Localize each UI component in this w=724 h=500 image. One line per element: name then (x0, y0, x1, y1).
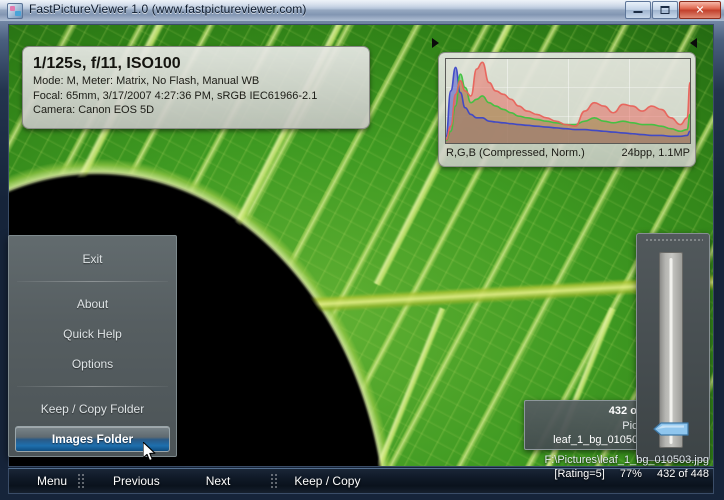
bottom-status-bar: Menu Previous Next Keep / Copy F:\Pictur… (8, 454, 714, 494)
exif-mode-line: Mode: M, Meter: Matrix, No Flash, Manual… (33, 75, 260, 87)
nav-button-next[interactable]: Next (170, 469, 241, 493)
close-icon: ✕ (695, 3, 705, 17)
window-controls: ✕ (625, 1, 721, 19)
histogram-footer: R,G,B (Compressed, Norm.) 24bpp, 1.1MP (445, 146, 691, 164)
exif-exposure-headline: 1/125s, f/11, ISO100 (33, 55, 181, 72)
title-bar[interactable]: FastPictureViewer 1.0 (www.fastpicturevi… (0, 0, 724, 21)
rating-slider-track[interactable] (659, 252, 683, 448)
histogram-left-clip-marker[interactable] (432, 38, 439, 48)
status-metrics: [Rating=5] 77% 432 of 448 (542, 467, 709, 481)
bottom-nav-row: Menu Previous Next Keep / Copy (9, 469, 370, 493)
menu-item-options[interactable]: Options (9, 349, 176, 379)
maximize-icon (660, 6, 670, 14)
histogram-panel[interactable]: R,G,B (Compressed, Norm.) 24bpp, 1.1MP (438, 52, 696, 167)
status-position: 432 of 448 (657, 468, 709, 480)
minimize-icon (633, 10, 643, 13)
nav-button-keep-copy[interactable]: Keep / Copy (278, 469, 370, 493)
menu-item-keep-copy-folder[interactable]: Keep / Copy Folder (9, 394, 176, 424)
histogram-right-clip-marker[interactable] (690, 38, 697, 48)
exif-info-panel: 1/125s, f/11, ISO100 Mode: M, Meter: Mat… (22, 46, 370, 129)
histogram-bpp-label: 24bpp, 1.1MP (621, 147, 691, 159)
rating-slider-panel[interactable] (636, 233, 710, 461)
main-menu-panel: Exit About Quick Help Options Keep / Cop… (8, 235, 177, 457)
rating-slider-fill (669, 258, 673, 444)
menu-item-about[interactable]: About (9, 289, 176, 319)
menu-divider (17, 386, 168, 387)
menu-item-quick-help[interactable]: Quick Help (9, 319, 176, 349)
histogram-plot (445, 58, 691, 144)
menu-divider (17, 281, 168, 282)
exif-camera-line: Camera: Canon EOS 5D (33, 104, 155, 116)
slider-grip-handle[interactable] (645, 238, 703, 243)
status-file-path: F:\Pictures\leaf_1_bg_010503.jpg (544, 454, 709, 466)
status-right-group: F:\Pictures\leaf_1_bg_010503.jpg [Rating… (542, 453, 709, 481)
mouse-cursor (142, 441, 157, 463)
histogram-curves (446, 61, 690, 143)
histogram-mode-label: R,G,B (Compressed, Norm.) (446, 147, 585, 159)
app-icon (7, 3, 23, 19)
rating-slider-thumb[interactable] (652, 420, 690, 438)
nav-grip-icon[interactable] (77, 473, 86, 489)
nav-button-menu[interactable]: Menu (9, 469, 77, 493)
leaf-vein (371, 307, 447, 466)
exif-focal-line: Focal: 65mm, 3/17/2007 4:27:36 PM, sRGB … (33, 89, 318, 102)
application-window: FastPictureViewer 1.0 (www.fastpicturevi… (0, 0, 724, 500)
minimize-button[interactable] (625, 1, 651, 19)
leaf-vein (191, 307, 267, 466)
menu-item-exit[interactable]: Exit (9, 244, 176, 274)
nav-grip-icon[interactable] (270, 473, 279, 489)
close-button[interactable]: ✕ (679, 1, 721, 19)
status-zoom: 77% (619, 468, 642, 480)
status-rating: [Rating=5] (554, 468, 605, 480)
nav-button-previous[interactable]: Previous (85, 469, 170, 493)
window-title: FastPictureViewer 1.0 (www.fastpicturevi… (29, 2, 307, 16)
maximize-button[interactable] (652, 1, 678, 19)
